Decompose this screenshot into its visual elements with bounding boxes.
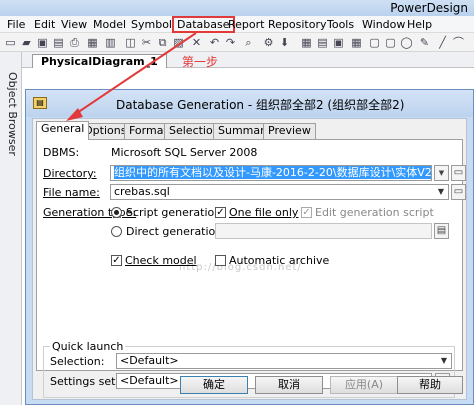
- image-icon[interactable]: ▣: [332, 36, 345, 49]
- grid2-icon[interactable]: ▦: [350, 36, 363, 49]
- menu-repository[interactable]: Repository: [265, 16, 330, 33]
- print-icon[interactable]: ⎙: [68, 36, 81, 49]
- app-titlebar: PowerDesign: [0, 0, 474, 16]
- one-file-only-label: One file only: [229, 206, 299, 219]
- browse-file-icon[interactable]: ▭: [451, 184, 466, 200]
- script-generation-label: Script generation: [126, 206, 222, 219]
- open-icon[interactable]: ▰: [20, 36, 33, 49]
- edit-generation-script-checkbox[interactable]: ✓: [301, 207, 312, 218]
- rounded-icon[interactable]: ▢: [384, 36, 397, 49]
- annotation-step-one: 第一步: [182, 55, 219, 69]
- menu-help[interactable]: Help: [404, 16, 435, 33]
- filename-value: crebas.sql: [114, 185, 170, 198]
- settings-set-label: Settings set:: [50, 375, 120, 388]
- connect-icon: ▤: [434, 223, 449, 239]
- line-icon[interactable]: ╱: [436, 36, 449, 49]
- connection-field: [215, 223, 432, 239]
- cut-icon[interactable]: ✂: [140, 36, 153, 49]
- automatic-archive-label: Automatic archive: [229, 254, 330, 267]
- dbms-value: Microsoft SQL Server 2008: [111, 146, 258, 159]
- menu-model[interactable]: Model: [90, 16, 129, 33]
- dialog-titlebar[interactable]: ▤ Database Generation - 组织部全部2 (组织部全部2): [26, 90, 473, 117]
- menu-window[interactable]: Window: [359, 16, 408, 33]
- menu-bar: File Edit View Model Symbol Database Rep…: [0, 16, 474, 33]
- menu-view[interactable]: View: [58, 16, 90, 33]
- check-model-label: Check model: [125, 254, 197, 267]
- dialog-title: Database Generation - 组织部全部2 (组织部全部2): [116, 98, 405, 112]
- delete-icon[interactable]: ✕: [190, 36, 203, 49]
- selection-value: <Default>: [120, 354, 179, 367]
- directory-label: Directory:: [43, 167, 97, 180]
- app-title: PowerDesign: [390, 1, 468, 15]
- selection-select[interactable]: <Default> ▼: [116, 353, 452, 369]
- one-file-only-checkbox[interactable]: ✓: [215, 207, 226, 218]
- directory-field[interactable]: 组织中的所有文档以及设计-马康-2016-2-20\数据库设计\实体V2.0-2…: [110, 165, 432, 181]
- ok-button[interactable]: 确定: [180, 376, 248, 394]
- database-icon: ▤: [33, 97, 47, 109]
- directory-value: 组织中的所有文档以及设计-马康-2016-2-20\数据库设计\实体V2.0-2…: [114, 166, 431, 179]
- redo-icon[interactable]: ↷: [224, 36, 237, 49]
- diagram-tab-bar: PhysicalDiagram_1: [22, 52, 474, 68]
- paste-icon[interactable]: ▧: [172, 36, 185, 49]
- direct-generation-radio[interactable]: [111, 226, 122, 237]
- menu-report[interactable]: Report: [225, 16, 267, 33]
- check-model-checkbox[interactable]: ✓: [111, 255, 122, 266]
- database-generation-dialog: ▤ Database Generation - 组织部全部2 (组织部全部2) …: [25, 89, 474, 405]
- copy-icon[interactable]: ⧉: [156, 36, 169, 49]
- window-icon[interactable]: ▢: [368, 36, 381, 49]
- settings-set-value: <Default>: [120, 374, 179, 387]
- menu-tools[interactable]: Tools: [324, 16, 357, 33]
- object-browser-label[interactable]: Object Browser: [3, 72, 19, 156]
- grid-icon[interactable]: ▦: [300, 36, 313, 49]
- dialog-body: General Options Format Selection Summary…: [32, 118, 467, 400]
- selection-label: Selection:: [50, 355, 105, 368]
- generation-type-label: Generation type:: [43, 206, 137, 219]
- directory-dropdown-icon[interactable]: ▼: [434, 165, 449, 181]
- filename-label: File name:: [43, 186, 100, 199]
- cancel-button[interactable]: 取消: [255, 376, 323, 394]
- automatic-archive-checkbox[interactable]: [215, 255, 226, 266]
- generate-icon[interactable]: ⬇: [278, 36, 291, 49]
- direct-generation-label: Direct generation: [126, 225, 223, 238]
- menu-symbol[interactable]: Symbol: [128, 16, 175, 33]
- undo-icon[interactable]: ↶: [208, 36, 221, 49]
- save-icon[interactable]: ▣: [36, 36, 49, 49]
- tab-general[interactable]: General: [36, 121, 90, 140]
- preview-icon[interactable]: ◫: [124, 36, 137, 49]
- dbms-label: DBMS:: [43, 146, 80, 159]
- quick-launch-legend: Quick launch: [50, 340, 126, 353]
- model-icon[interactable]: ▦: [86, 36, 99, 49]
- save-all-icon[interactable]: ▤: [52, 36, 65, 49]
- properties-icon[interactable]: ▥: [104, 36, 117, 49]
- find-icon[interactable]: ⌕: [242, 36, 255, 49]
- toolbar: ▭ ▰ ▣ ▤ ⎙ ▦ ▥ ◫ ✂ ⧉ ▧ ✕ ↶ ↷ ⌕ ⚙ ⬇ ▦ ▤ ▣ …: [0, 33, 474, 52]
- help-button[interactable]: 帮助: [397, 376, 463, 394]
- edit-generation-script-label: Edit generation script: [315, 206, 434, 219]
- menu-edit[interactable]: Edit: [31, 16, 58, 33]
- tab-preview[interactable]: Preview: [263, 123, 316, 139]
- browse-folder-icon[interactable]: ▭: [451, 165, 466, 181]
- new-icon[interactable]: ▭: [4, 36, 17, 49]
- check-icon[interactable]: ⚙: [262, 36, 275, 49]
- tab-physical-diagram[interactable]: PhysicalDiagram_1: [32, 54, 167, 68]
- filename-dropdown-icon[interactable]: ▼: [434, 185, 448, 199]
- script-generation-radio[interactable]: [111, 207, 122, 218]
- apply-button[interactable]: 应用(A): [330, 376, 398, 394]
- pen-icon[interactable]: ✎: [418, 36, 431, 49]
- filename-field[interactable]: crebas.sql ▼: [110, 184, 449, 200]
- general-tab-panel: http://blog.csdn.net/ DBMS: Microsoft SQ…: [36, 139, 466, 398]
- selection-dropdown-icon[interactable]: ▼: [437, 354, 451, 368]
- ellipse-icon[interactable]: ◯: [400, 36, 413, 49]
- table-icon[interactable]: ▤: [316, 36, 329, 49]
- menu-file[interactable]: File: [4, 16, 28, 33]
- arc-icon[interactable]: ⌒: [452, 36, 465, 49]
